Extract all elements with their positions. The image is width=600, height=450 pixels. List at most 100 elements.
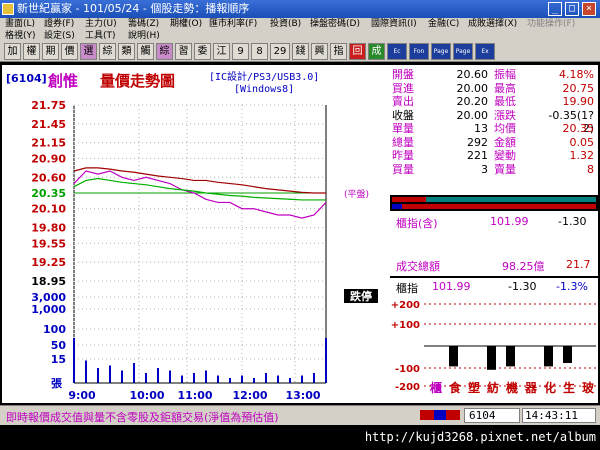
clock: 14:43:11 bbox=[522, 408, 596, 423]
menu-item[interactable]: 證券(F) bbox=[44, 18, 74, 30]
menu-item[interactable]: 設定(S) bbox=[44, 30, 75, 42]
menu-item[interactable]: 工具(T) bbox=[85, 30, 116, 42]
toolbar-button[interactable]: 期 bbox=[42, 43, 59, 60]
index-summary-value: 101.99 bbox=[432, 280, 471, 293]
toolbar-button[interactable]: Ex bbox=[475, 43, 495, 60]
menu-item[interactable]: 操盤密碼(D) bbox=[310, 18, 360, 30]
sector-label[interactable]: 機 bbox=[506, 380, 518, 395]
quote-value: 20.75 bbox=[562, 81, 595, 95]
sector-chart: +200 +100 -100 -200 櫃食塑紡機器化生玻 bbox=[391, 300, 596, 395]
quote-value: 0.05 bbox=[569, 135, 595, 149]
stock-tags-2: [Windows8] bbox=[234, 84, 295, 95]
toolbar-button[interactable]: 8 bbox=[251, 43, 268, 60]
quote-value: 20.60 bbox=[456, 68, 489, 81]
turnover-value: 98.25億 bbox=[502, 260, 545, 273]
menu-item[interactable]: 金融(C) bbox=[428, 18, 459, 30]
menu-item[interactable]: 功能操作(F) bbox=[527, 18, 575, 30]
volume-axis-label: 50 bbox=[51, 339, 67, 352]
stock-code-input[interactable]: 6104 bbox=[464, 408, 520, 423]
price-volume-chart: 21.75 21.45 21.15 20.90 20.60 20.35 20.10 19.80… bbox=[31, 99, 378, 402]
sector-label[interactable]: 紡 bbox=[487, 380, 499, 395]
menu-item[interactable]: 期權(O) bbox=[170, 18, 202, 30]
quote-label: 收盤 bbox=[392, 108, 414, 122]
status-indicator bbox=[420, 410, 460, 420]
toolbar-button[interactable]: 權 bbox=[23, 43, 40, 60]
toolbar-button[interactable]: Ec bbox=[387, 43, 407, 60]
toolbar-button[interactable]: 委 bbox=[194, 43, 211, 60]
quote-row: 賣出 20.20 最低 19.90 bbox=[390, 95, 598, 108]
price-axis-label: 20.10 bbox=[31, 203, 66, 216]
toolbar-button[interactable]: Fon bbox=[409, 43, 429, 60]
volume-bar bbox=[73, 338, 75, 383]
menu-item[interactable]: 國際資訊(I) bbox=[371, 18, 417, 30]
quote-value: 4.18% bbox=[559, 68, 594, 81]
close-button[interactable]: × bbox=[582, 2, 596, 16]
toolbar-button[interactable]: 觸 bbox=[137, 43, 154, 60]
toolbar-button[interactable]: 價 bbox=[61, 43, 78, 60]
sector-label[interactable]: 食 bbox=[448, 380, 462, 395]
index-change: -1.30 bbox=[558, 215, 587, 228]
quote-label: 均價 bbox=[494, 122, 516, 135]
toolbar-button[interactable]: 錢 bbox=[292, 43, 309, 60]
volume-bar bbox=[205, 370, 207, 383]
price-axis-label: 20.60 bbox=[31, 171, 66, 184]
toolbar-button[interactable]: 類 bbox=[118, 43, 135, 60]
stock-name: 創惟 bbox=[48, 72, 79, 90]
price-axis-label: 21.75 bbox=[31, 99, 66, 112]
menu-item[interactable]: 成敗選擇(X) bbox=[468, 18, 517, 30]
menu-item[interactable]: 主力(U) bbox=[85, 18, 117, 30]
sector-bar bbox=[544, 346, 553, 367]
quote-row: 總量 292 金額 0.05 bbox=[390, 136, 598, 149]
watermark-text: http://kujd3268.pixnet.net/album bbox=[364, 430, 596, 444]
toolbar-button[interactable]: 綜 bbox=[99, 43, 116, 60]
volume-bar bbox=[133, 363, 135, 383]
toolbar-button[interactable]: 成 bbox=[368, 43, 385, 60]
quote-value: 20.00 bbox=[456, 108, 489, 122]
time-axis-label: 11:00 bbox=[177, 389, 212, 402]
stock-code: [6104] bbox=[6, 72, 47, 85]
quote-label: 振幅 bbox=[494, 68, 516, 81]
menu-item[interactable]: 匯市利率(F) bbox=[209, 18, 257, 30]
quote-label: 最低 bbox=[494, 95, 516, 108]
status-bar: 即時報價成交值與量不含零股及鉅額交易(淨值為預估值) 6104 14:43:11 bbox=[0, 405, 600, 425]
sector-label[interactable]: 器 bbox=[524, 381, 538, 395]
price-axis-label: 20.35 bbox=[31, 187, 66, 200]
price-axis-label: 20.90 bbox=[31, 152, 66, 165]
sector-label[interactable]: 生 bbox=[563, 380, 575, 395]
menu-item[interactable]: 說明(H) bbox=[128, 30, 160, 42]
toolbar-button[interactable]: 綜 bbox=[156, 43, 173, 60]
toolbar-button[interactable]: 指 bbox=[330, 43, 347, 60]
index-summary-label: 櫃指 bbox=[396, 282, 418, 295]
status-message: 即時報價成交值與量不含零股及鉅額交易(淨值為預估值) bbox=[6, 411, 279, 424]
toolbar-button[interactable]: 選 bbox=[80, 43, 97, 60]
volume-bar bbox=[181, 375, 183, 383]
minimize-button[interactable]: _ bbox=[548, 2, 562, 16]
toolbar-button[interactable]: 9 bbox=[232, 43, 249, 60]
toolbar-button[interactable]: 習 bbox=[175, 43, 192, 60]
sector-label[interactable]: 化 bbox=[544, 380, 556, 395]
toolbar-button[interactable]: 興 bbox=[311, 43, 328, 60]
volume-bar bbox=[253, 378, 255, 383]
sector-bar bbox=[506, 346, 515, 367]
toolbar-button[interactable]: 江 bbox=[213, 43, 230, 60]
sector-axis-label: -200 bbox=[395, 382, 420, 393]
toolbar-button[interactable]: Page bbox=[431, 43, 451, 60]
toolbar-button[interactable]: 加 bbox=[4, 43, 21, 60]
menu-item[interactable]: 格視(Y) bbox=[5, 30, 36, 42]
quote-row: 收盤 20.00 漲跌 -0.35(1?2) bbox=[390, 108, 598, 135]
volume-axis-label: 100 bbox=[43, 323, 66, 336]
quote-label: 金額 bbox=[494, 135, 516, 149]
sector-label[interactable]: 塑 bbox=[468, 380, 480, 395]
menu-item[interactable]: 投資(B) bbox=[270, 18, 301, 30]
menu-item[interactable]: 籌碼(Z) bbox=[128, 18, 159, 30]
toolbar-button[interactable]: 29 bbox=[270, 43, 290, 60]
toolbar-button[interactable]: 回 bbox=[349, 43, 366, 60]
toolbar-button[interactable]: Page bbox=[453, 43, 473, 60]
menu-item[interactable]: 畫面(L) bbox=[5, 18, 35, 30]
volume-axis-label: 1,000 bbox=[31, 303, 66, 316]
sector-label[interactable]: 玻 bbox=[582, 380, 595, 395]
bid-ask-bar bbox=[390, 195, 598, 211]
sector-label[interactable]: 櫃 bbox=[430, 380, 442, 395]
volume-bar bbox=[145, 373, 147, 383]
maximize-button[interactable]: □ bbox=[565, 2, 579, 16]
